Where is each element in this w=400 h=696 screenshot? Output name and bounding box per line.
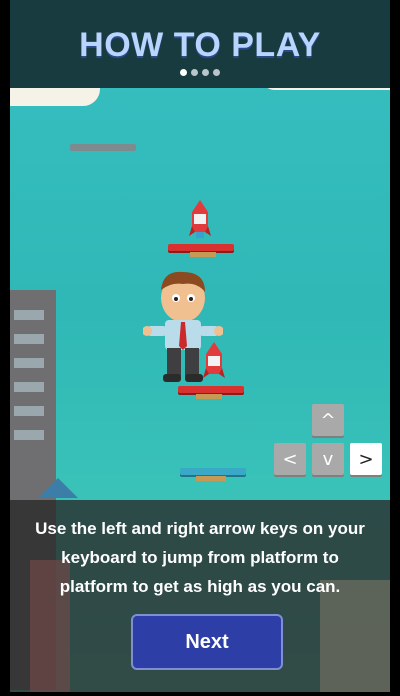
page-dot [202,69,209,76]
platform-base [190,252,216,257]
rocket-icon [189,200,211,238]
platform-blue [180,468,246,475]
platform-base [196,394,222,399]
platform-grey [70,144,136,151]
instruction-text: Use the left and right arrow keys on you… [35,519,365,596]
page-dot-active [180,69,187,76]
arrow-up-key: ^ [312,404,344,436]
next-button[interactable]: Next [131,614,283,670]
arrow-down-key: v [312,443,344,475]
page-indicator [10,69,390,76]
game-screen: HOW TO PLAY ^ < v > Use the left and rig… [10,0,390,692]
rocket-icon [203,342,225,378]
arrow-right-key: > [350,443,382,475]
arrow-left-key: < [274,443,306,475]
platform-red [168,244,234,251]
page-title: HOW TO PLAY [79,26,321,64]
page-dot [191,69,198,76]
platform-base [196,476,226,481]
page-dot [213,69,220,76]
platform-red [178,386,244,393]
